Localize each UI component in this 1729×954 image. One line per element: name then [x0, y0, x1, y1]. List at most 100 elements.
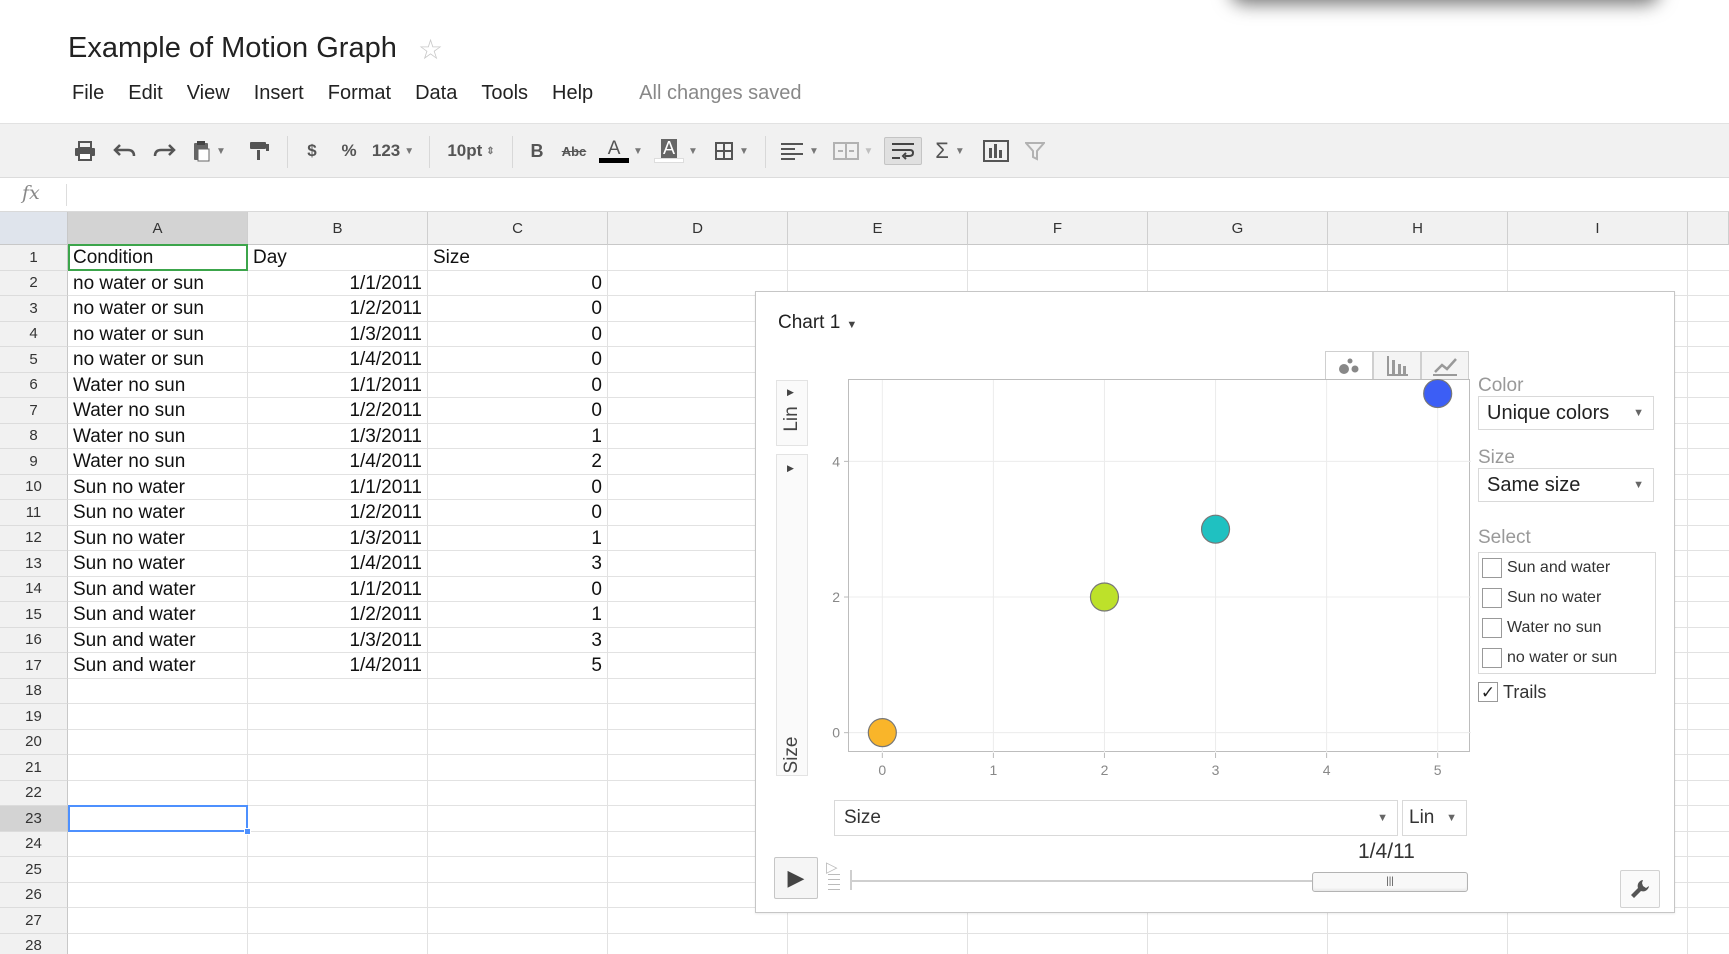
borders-button[interactable]: ▼ [708, 137, 756, 165]
row-header[interactable]: 4 [0, 322, 68, 348]
table-cell[interactable]: Sun no water [68, 475, 247, 500]
table-cell[interactable]: Sun and water [68, 577, 247, 602]
x-axis-selector[interactable]: Size ▼ [834, 800, 1398, 836]
column-header-c[interactable]: C [428, 212, 608, 245]
table-cell[interactable]: 0 [428, 347, 607, 372]
row-header[interactable]: 24 [0, 832, 68, 858]
table-cell[interactable]: 5 [428, 653, 607, 678]
print-icon[interactable] [70, 137, 100, 165]
font-size-select[interactable]: 10pt⇕ [443, 137, 499, 165]
column-header-a[interactable]: A [68, 212, 248, 245]
table-cell[interactable]: Water no sun [68, 398, 247, 423]
currency-format-button[interactable]: $ [300, 137, 324, 165]
percent-format-button[interactable]: % [337, 137, 361, 165]
table-cell[interactable]: 1/2/2011 [248, 500, 427, 525]
y-axis-selector[interactable]: ▶ Size [776, 454, 808, 776]
table-cell[interactable]: 1/3/2011 [248, 322, 427, 347]
table-cell[interactable]: 1/1/2011 [248, 577, 427, 602]
color-select[interactable]: Unique colors ▼ [1478, 396, 1654, 430]
checkbox[interactable] [1482, 618, 1502, 638]
line-view-tab[interactable] [1421, 351, 1469, 379]
paste-format-icon[interactable]: ▼ [188, 137, 230, 165]
table-cell[interactable]: 1/3/2011 [248, 628, 427, 653]
row-header[interactable]: 21 [0, 755, 68, 781]
menu-help[interactable]: Help [540, 82, 605, 105]
table-cell[interactable]: Size [428, 245, 607, 270]
select-item-water-no-sun[interactable]: Water no sun [1479, 613, 1602, 643]
row-header[interactable]: 17 [0, 653, 68, 679]
table-cell[interactable]: 0 [428, 500, 607, 525]
table-cell[interactable]: 1/4/2011 [248, 653, 427, 678]
table-cell[interactable]: 1/4/2011 [248, 551, 427, 576]
table-cell[interactable]: 1/2/2011 [248, 296, 427, 321]
table-cell[interactable]: 0 [428, 322, 607, 347]
row-header[interactable]: 28 [0, 934, 68, 954]
table-cell[interactable]: Water no sun [68, 424, 247, 449]
select-item-sun-no-water[interactable]: Sun no water [1479, 583, 1601, 613]
table-cell[interactable]: Water no sun [68, 373, 247, 398]
table-cell[interactable]: 1/3/2011 [248, 424, 427, 449]
column-header-h[interactable]: H [1328, 212, 1508, 245]
play-button[interactable]: ▶ [774, 857, 818, 899]
select-all-corner[interactable] [0, 212, 68, 245]
table-cell[interactable]: Sun and water [68, 628, 247, 653]
wrap-text-button[interactable] [884, 137, 922, 165]
strikethrough-button[interactable]: Abc [557, 137, 591, 165]
table-cell[interactable]: 1/2/2011 [248, 602, 427, 627]
table-cell[interactable]: 1/3/2011 [248, 526, 427, 551]
settings-button[interactable] [1620, 870, 1660, 908]
table-cell[interactable]: 1/1/2011 [248, 271, 427, 296]
table-cell[interactable]: 1/1/2011 [248, 373, 427, 398]
trails-option[interactable]: ✓ Trails [1478, 678, 1546, 706]
table-cell[interactable]: 0 [428, 271, 607, 296]
speed-control[interactable]: ▷ [826, 858, 842, 898]
bar-view-tab[interactable] [1373, 351, 1421, 379]
column-header-g[interactable]: G [1148, 212, 1328, 245]
chart-title-menu[interactable]: Chart 1▼ [778, 312, 857, 334]
text-color-button[interactable]: A ▼ [596, 137, 646, 165]
table-cell[interactable]: 0 [428, 475, 607, 500]
row-header[interactable]: 14 [0, 577, 68, 603]
column-header-d[interactable]: D [608, 212, 788, 245]
select-item-no-water-or-sun[interactable]: no water or sun [1479, 643, 1617, 673]
merge-cells-button[interactable]: ▼ [830, 137, 876, 165]
bubble-view-tab[interactable] [1325, 351, 1373, 379]
filter-button[interactable] [1022, 137, 1048, 165]
insert-chart-button[interactable] [979, 137, 1013, 165]
redo-icon[interactable] [149, 137, 179, 165]
row-header[interactable]: 10 [0, 475, 68, 501]
row-header[interactable]: 7 [0, 398, 68, 424]
row-header[interactable]: 23 [0, 806, 68, 832]
row-header[interactable]: 27 [0, 908, 68, 934]
row-header[interactable]: 12 [0, 526, 68, 552]
checkbox[interactable] [1482, 648, 1502, 668]
checkbox[interactable] [1482, 588, 1502, 608]
formula-input[interactable] [76, 184, 1676, 206]
column-header-f[interactable]: F [968, 212, 1148, 245]
table-cell[interactable]: 1/4/2011 [248, 449, 427, 474]
table-cell[interactable]: Sun and water [68, 602, 247, 627]
row-header[interactable]: 8 [0, 424, 68, 450]
row-header[interactable]: 6 [0, 373, 68, 399]
menu-insert[interactable]: Insert [242, 82, 316, 105]
table-cell[interactable]: 2 [428, 449, 607, 474]
table-cell[interactable]: 1 [428, 424, 607, 449]
table-cell[interactable]: Day [248, 245, 427, 270]
table-cell[interactable]: Sun no water [68, 500, 247, 525]
row-header[interactable]: 9 [0, 449, 68, 475]
column-header-e[interactable]: E [788, 212, 968, 245]
table-cell[interactable]: 0 [428, 398, 607, 423]
functions-button[interactable]: Σ▼ [929, 137, 971, 165]
menu-data[interactable]: Data [403, 82, 469, 105]
row-header[interactable]: 25 [0, 857, 68, 883]
trails-checkbox[interactable]: ✓ [1478, 682, 1498, 702]
menu-file[interactable]: File [60, 82, 116, 105]
bold-button[interactable]: B [524, 137, 550, 165]
table-cell[interactable]: Sun and water [68, 653, 247, 678]
row-header[interactable]: 13 [0, 551, 68, 577]
table-cell[interactable]: 1/4/2011 [248, 347, 427, 372]
row-header[interactable]: 22 [0, 781, 68, 807]
select-item-sun-and-water[interactable]: Sun and water [1479, 553, 1610, 583]
row-header[interactable]: 18 [0, 679, 68, 705]
table-cell[interactable]: 1 [428, 602, 607, 627]
